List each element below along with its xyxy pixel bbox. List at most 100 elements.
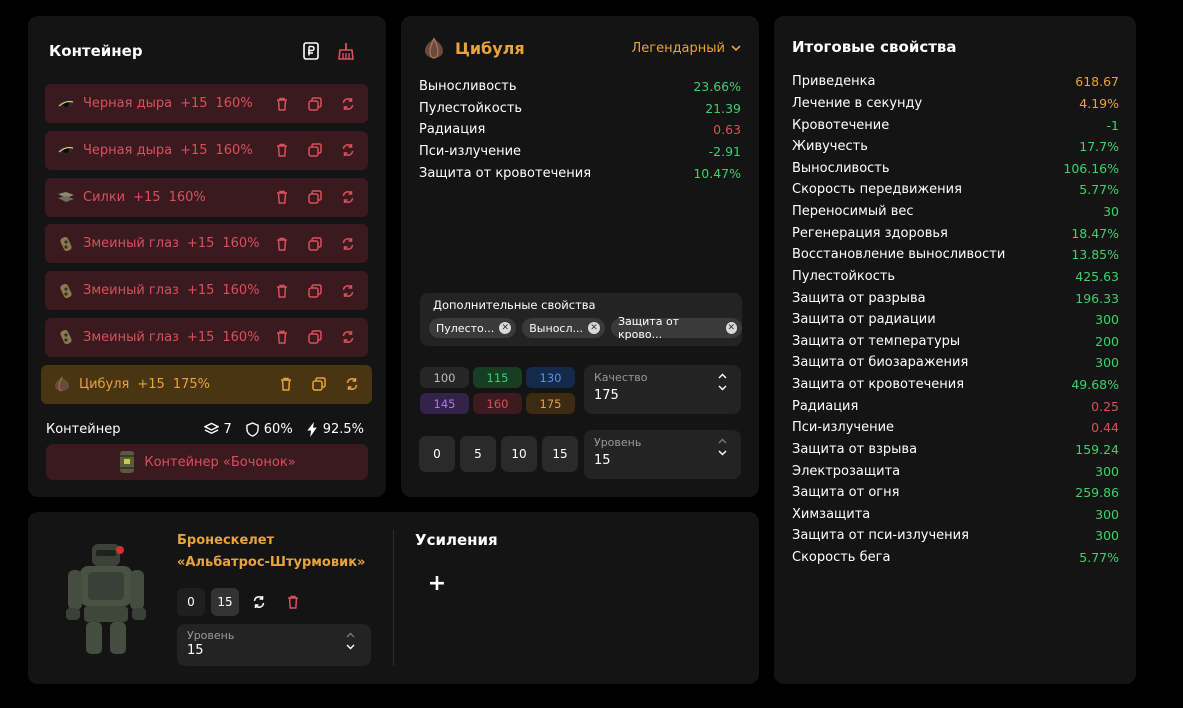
- summary-property-name: Защита от кровотечения: [792, 377, 965, 393]
- refresh-icon[interactable]: [245, 588, 273, 616]
- copy-icon[interactable]: [310, 376, 327, 393]
- copy-icon[interactable]: [306, 235, 323, 252]
- shield-icon: [246, 421, 259, 437]
- quality-preset-button[interactable]: 145: [420, 393, 469, 414]
- quality-preset-button[interactable]: 160: [473, 393, 522, 414]
- summary-property-value: 17.7%: [1079, 139, 1119, 155]
- level-label: Уровень: [594, 436, 642, 449]
- extra-property-chip[interactable]: Пулесто... ✕: [429, 318, 517, 338]
- black-hole-icon: [57, 143, 75, 157]
- armor-name: «Альбатрос-Штурмовик»: [177, 555, 366, 570]
- rarity-dropdown[interactable]: Легендарный: [631, 41, 741, 56]
- artifact-name: Черная дыра: [83, 96, 173, 111]
- copy-icon[interactable]: [306, 189, 323, 206]
- artifact-row[interactable]: Силки +15 160%: [45, 177, 368, 217]
- extra-property-chip[interactable]: Защита от крово... ✕: [611, 315, 742, 341]
- trash-icon[interactable]: [279, 588, 307, 616]
- artifact-row[interactable]: Черная дыра +15 160%: [45, 130, 368, 170]
- quality-preset-button[interactable]: 175: [526, 393, 575, 414]
- chevron-up-icon[interactable]: [718, 438, 727, 444]
- summary-property-value: 5.77%: [1079, 182, 1119, 198]
- ruble-icon[interactable]: [302, 42, 320, 60]
- artifact-name: Черная дыра: [83, 142, 173, 158]
- quality-select[interactable]: Качество 175: [584, 365, 741, 414]
- artifact-level: +15: [186, 236, 215, 252]
- trash-icon[interactable]: [273, 142, 290, 159]
- property-name: Выносливость: [419, 79, 517, 95]
- summary-property-name: Переносимый вес: [792, 204, 914, 220]
- refresh-icon[interactable]: [339, 95, 356, 112]
- artifact-row[interactable]: Черная дыра +15 160%: [45, 84, 368, 123]
- summary-property-name: Защита от температуры: [792, 333, 961, 349]
- armor-level-controls: 0 15: [177, 588, 307, 616]
- level-select[interactable]: Уровень 15: [584, 430, 741, 479]
- chevron-down-icon[interactable]: [718, 385, 727, 391]
- exoskeleton-image: [62, 538, 150, 658]
- refresh-icon[interactable]: [339, 142, 356, 159]
- quality-preset-button[interactable]: 115: [473, 367, 522, 388]
- copy-icon[interactable]: [306, 329, 323, 346]
- property-name: Защита от кровотечения: [419, 165, 592, 181]
- add-upgrade-button[interactable]: +: [426, 570, 448, 596]
- level-stepper[interactable]: [718, 438, 727, 456]
- armor-level-min-button[interactable]: 0: [177, 588, 205, 616]
- armor-level-stepper[interactable]: [346, 632, 355, 650]
- slots-stat: 7: [203, 421, 232, 437]
- summary-property-value: -1: [1106, 117, 1119, 133]
- armor-divider: [393, 530, 394, 666]
- refresh-icon[interactable]: [339, 189, 356, 206]
- quality-preset-button[interactable]: 100: [420, 367, 469, 388]
- trash-icon[interactable]: [273, 235, 290, 252]
- trash-icon[interactable]: [273, 282, 290, 299]
- refresh-icon[interactable]: [339, 235, 356, 252]
- chevron-down-icon[interactable]: [346, 644, 355, 650]
- trash-icon[interactable]: [273, 95, 290, 112]
- item-header: Цибуля Легендарный: [421, 36, 741, 60]
- trash-icon[interactable]: [277, 376, 294, 393]
- armor-level-select[interactable]: Уровень 15: [177, 624, 371, 666]
- chevron-down-icon[interactable]: [718, 450, 727, 456]
- summary-row: Химзащита 300: [792, 504, 1119, 526]
- copy-icon[interactable]: [306, 95, 323, 112]
- trash-icon[interactable]: [273, 189, 290, 206]
- container-select-button[interactable]: Контейнер «Бочонок»: [46, 444, 368, 480]
- summary-row: Переносимый вес 30: [792, 201, 1119, 223]
- refresh-icon[interactable]: [339, 282, 356, 299]
- summary-property-name: Защита от пси-излучения: [792, 528, 969, 544]
- silk-icon: [57, 190, 75, 204]
- close-icon[interactable]: ✕: [499, 322, 512, 334]
- chevron-up-icon[interactable]: [718, 373, 727, 379]
- level-preset-button[interactable]: 5: [460, 436, 496, 472]
- copy-icon[interactable]: [306, 282, 323, 299]
- artifact-level: +15: [180, 96, 208, 111]
- container-panel: Контейнер Черная дыра +15 160% Черная дыра +…: [28, 16, 386, 497]
- broom-icon[interactable]: [337, 42, 355, 60]
- extra-properties-chips: Пулесто... ✕ Выносл... ✕ Защита от крово... ✕: [429, 315, 742, 341]
- summary-property-value: 49.68%: [1071, 377, 1119, 393]
- level-preset-button[interactable]: 0: [419, 436, 455, 472]
- property-value: 23.66%: [693, 79, 741, 95]
- level-preset-button[interactable]: 15: [542, 436, 578, 472]
- copy-icon[interactable]: [306, 142, 323, 159]
- close-icon[interactable]: ✕: [725, 322, 737, 334]
- quality-value: 175: [594, 388, 619, 403]
- slots-value: 7: [223, 421, 232, 437]
- quality-preset-button[interactable]: 130: [526, 367, 575, 388]
- extra-property-chip[interactable]: Выносл... ✕: [522, 318, 605, 338]
- artifact-row[interactable]: Змеиный глаз +15 160%: [45, 271, 368, 311]
- quality-presets: 100 115 130 145 160 175: [420, 367, 577, 414]
- close-icon[interactable]: ✕: [588, 322, 600, 334]
- level-preset-button[interactable]: 10: [501, 436, 537, 472]
- artifact-row[interactable]: Цибуля +15 175%: [41, 364, 372, 404]
- quality-stepper[interactable]: [718, 373, 727, 391]
- refresh-icon[interactable]: [343, 376, 360, 393]
- refresh-icon[interactable]: [339, 329, 356, 346]
- summary-property-value: 4.19%: [1079, 95, 1119, 111]
- summary-row: Радиация 0.25: [792, 395, 1119, 417]
- artifact-row[interactable]: Змеиный глаз +15 160%: [45, 224, 368, 264]
- armor-level-current-button[interactable]: 15: [211, 588, 239, 616]
- chevron-up-icon[interactable]: [346, 632, 355, 638]
- artifact-row[interactable]: Змеиный глаз +15 160%: [45, 317, 368, 357]
- trash-icon[interactable]: [273, 329, 290, 346]
- summary-property-name: Кровотечение: [792, 117, 890, 133]
